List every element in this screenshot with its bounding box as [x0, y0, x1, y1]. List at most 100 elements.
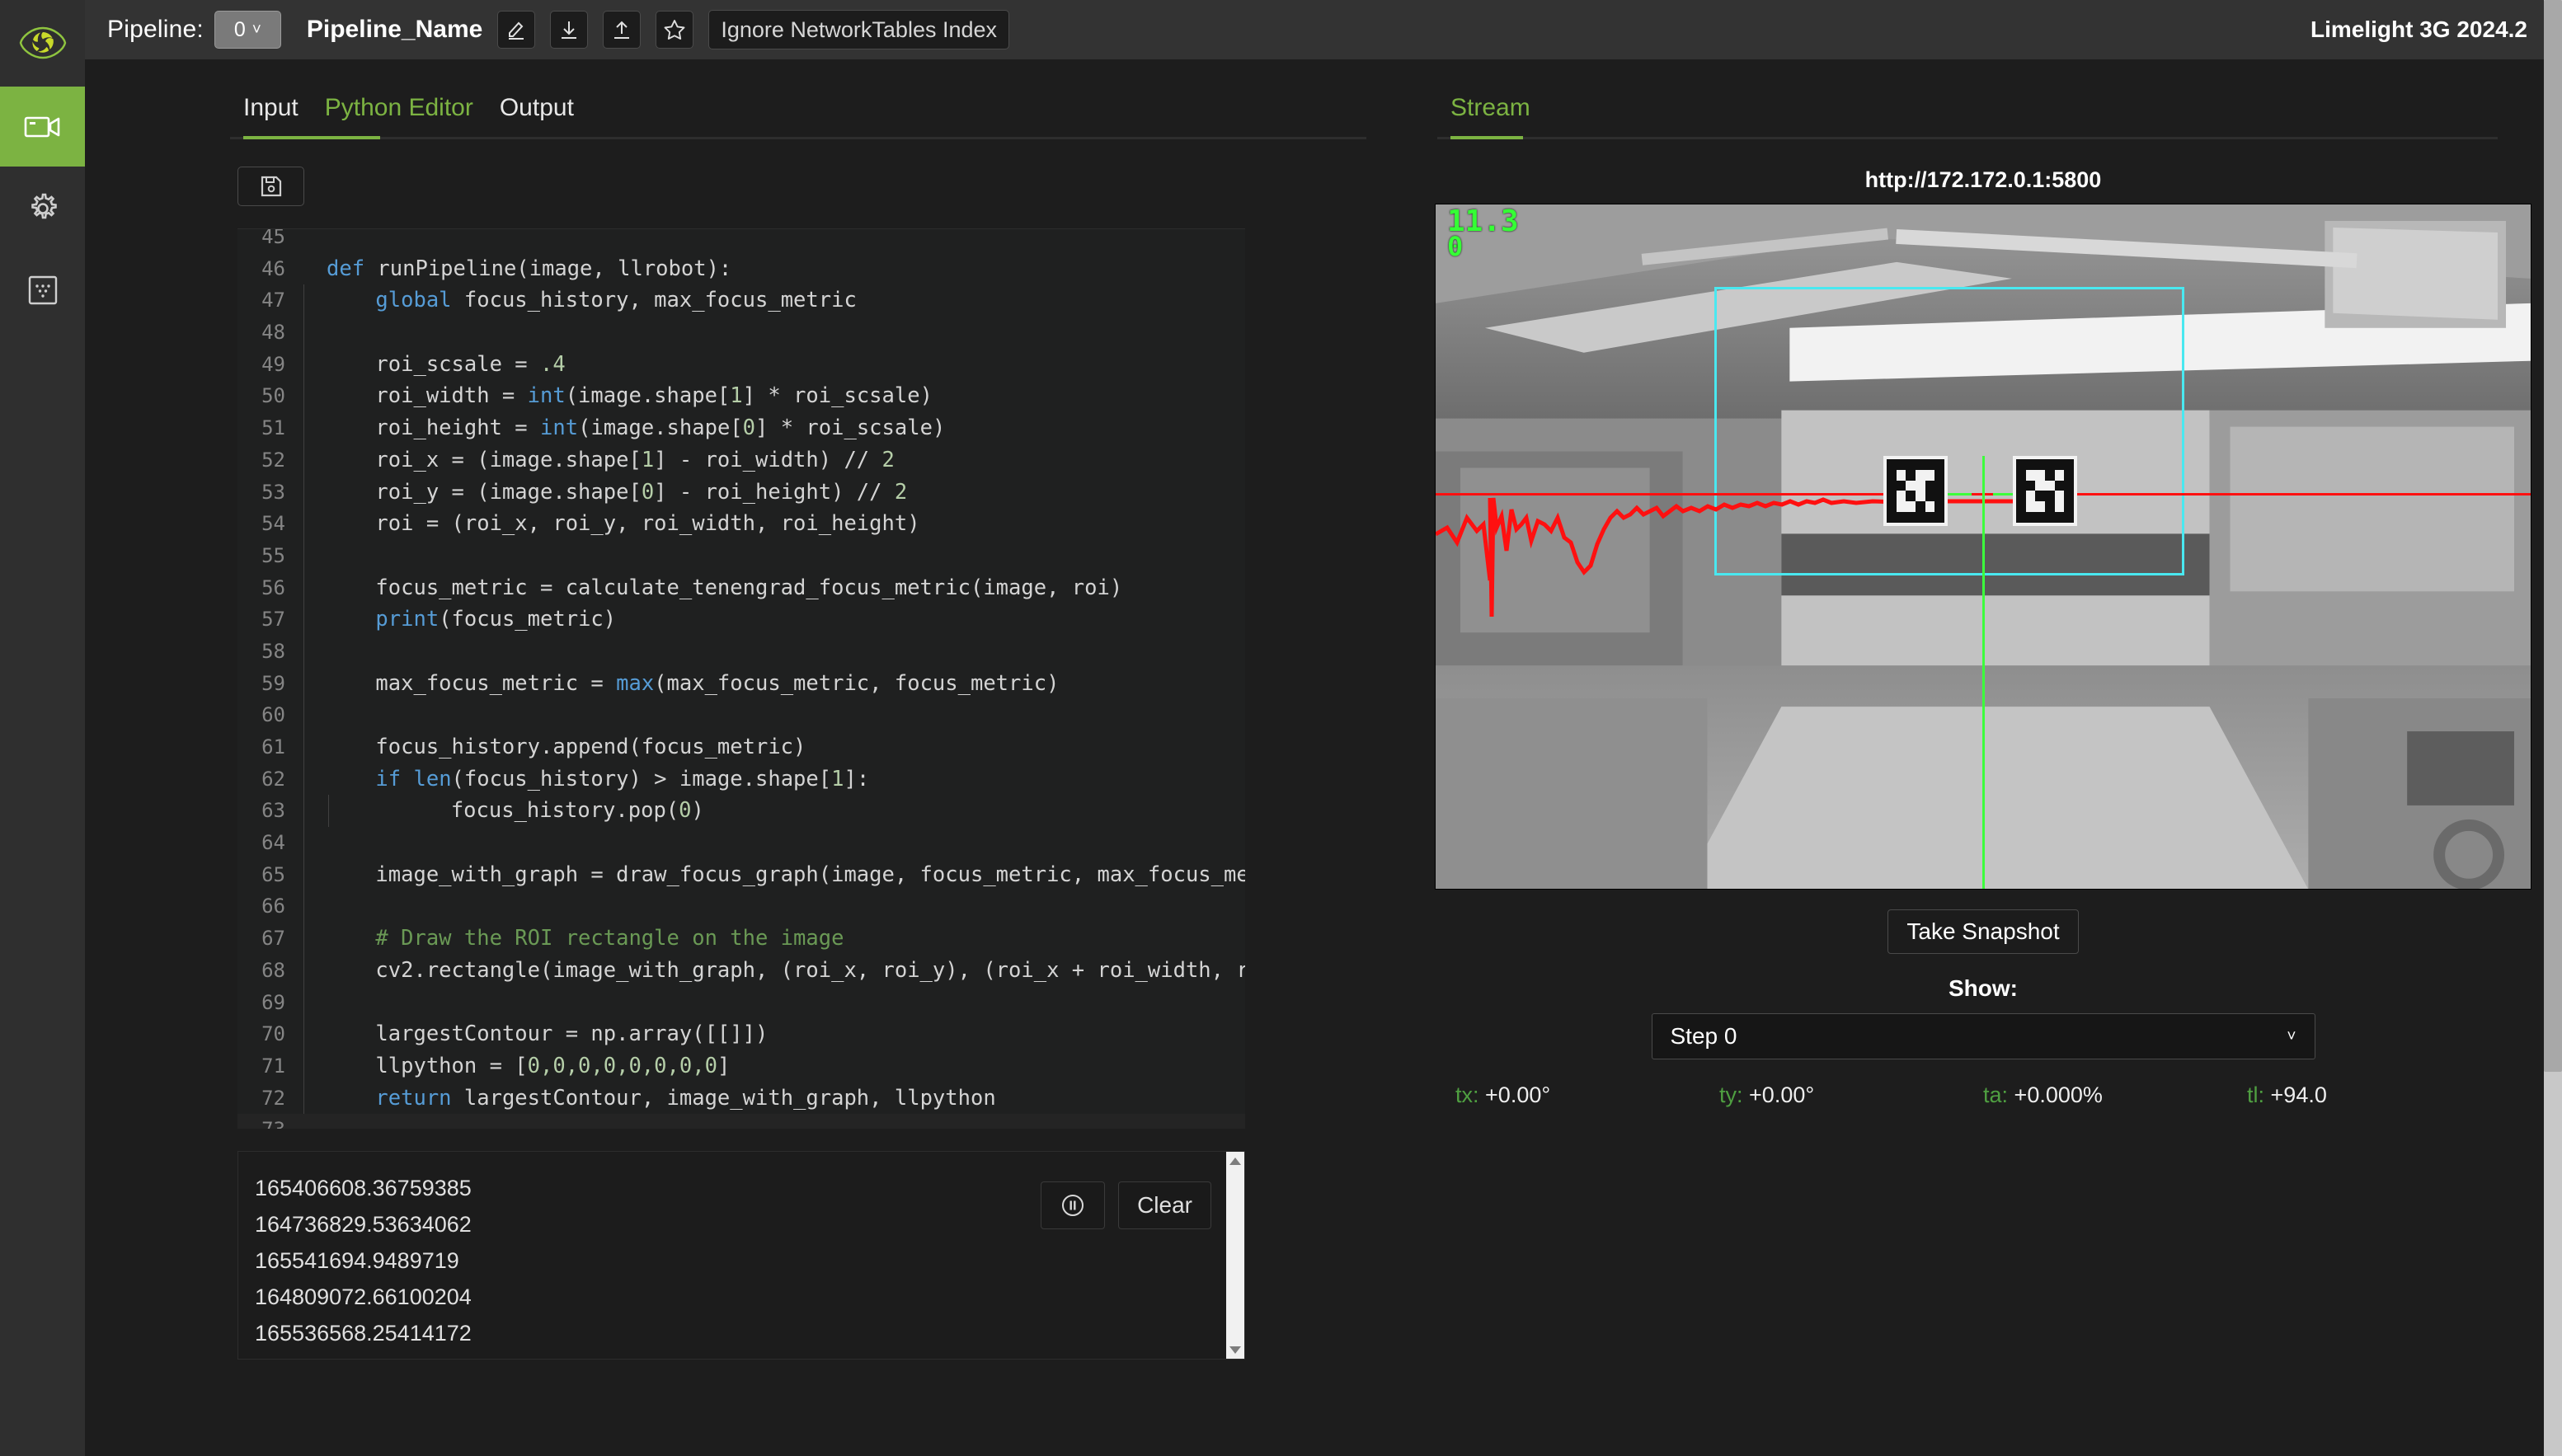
- code-line-text: [304, 827, 325, 859]
- code-line-number: 67: [261, 927, 285, 951]
- pencil-icon: [509, 21, 524, 40]
- code-line: 62 if len(focus_history) > image.shape[1…: [237, 763, 1245, 796]
- telemetry-row: tx: +0.00° ty: +0.00° ta: +0.000% tl: +9…: [1455, 1083, 2511, 1108]
- code-line: 54 roi = (roi_x, roi_y, roi_width, roi_h…: [237, 508, 1245, 540]
- console-scrollbar[interactable]: [1226, 1152, 1244, 1359]
- code-line: 73: [237, 1114, 1245, 1129]
- telemetry-ta-value: +0.000%: [2014, 1083, 2103, 1107]
- rename-pipeline-button[interactable]: [497, 11, 536, 49]
- code-line-text: roi_x = (image.shape[1] - roi_width) // …: [325, 447, 895, 472]
- code-line: 60: [237, 699, 1245, 731]
- scroll-up-arrow-icon[interactable]: [1226, 1152, 1244, 1170]
- telemetry-tx-label: tx:: [1455, 1083, 1479, 1107]
- sidebar-item-switcher[interactable]: [0, 250, 85, 330]
- top-toolbar: Pipeline: 0 ˅ Pipeline_Name Ignore Netwo…: [85, 0, 2562, 59]
- telemetry-ty: ty: +0.00°: [1719, 1083, 1983, 1108]
- tab-input[interactable]: Input: [230, 94, 312, 137]
- code-line-text: focus_metric = calculate_tenengrad_focus…: [325, 575, 1123, 600]
- telemetry-tl-label: tl:: [2247, 1083, 2265, 1107]
- code-line-number: 65: [261, 862, 285, 886]
- code-line-text: [304, 699, 325, 731]
- favorite-pipeline-button[interactable]: [656, 11, 694, 49]
- console-output-panel[interactable]: 165406608.36759385 164736829.53634062 1655…: [237, 1151, 1245, 1360]
- code-line: 64: [237, 827, 1245, 859]
- code-line-number: 51: [261, 416, 285, 440]
- code-line-number: 49: [261, 352, 285, 376]
- console-clear-button[interactable]: Clear: [1118, 1181, 1211, 1229]
- sidebar-item-settings[interactable]: [0, 168, 85, 248]
- code-line-text: roi_scsale = .4: [325, 351, 566, 377]
- code-line-text: llpython = [0,0,0,0,0,0,0,0]: [325, 1053, 731, 1078]
- upload-pipeline-button[interactable]: [603, 11, 642, 49]
- code-line-text: max_focus_metric = max(max_focus_metric,…: [325, 670, 1060, 696]
- code-line-number: 63: [261, 799, 285, 823]
- sidebar-item-camera[interactable]: [0, 87, 85, 167]
- stream-url: http://172.172.0.1:5800: [1864, 167, 2102, 192]
- code-line: 72 return largestContour, image_with_gra…: [237, 1082, 1245, 1115]
- console-pause-button[interactable]: [1041, 1181, 1106, 1229]
- focus-graph-overlay: [1436, 497, 2046, 618]
- code-line-number: 72: [261, 1086, 285, 1110]
- firmware-version: Limelight 3G 2024.2: [2311, 16, 2527, 42]
- stream-tabs-underline: [1437, 136, 2498, 139]
- ignore-networktables-index-button[interactable]: Ignore NetworkTables Index: [708, 10, 1010, 49]
- gear-icon: [31, 193, 57, 218]
- pipeline-select[interactable]: 0 ˅: [214, 11, 281, 49]
- code-line: 57 print(focus_metric): [237, 604, 1245, 636]
- page-scrollbar[interactable]: [2544, 0, 2562, 1456]
- tab-python-editor[interactable]: Python Editor: [312, 94, 487, 137]
- code-line: 59 max_focus_metric = max(max_focus_metr…: [237, 667, 1245, 700]
- code-line-text: global focus_history, max_focus_metric: [375, 288, 857, 313]
- code-line-number: 57: [261, 608, 285, 632]
- code-line: 65 image_with_graph = draw_focus_graph(i…: [237, 858, 1245, 891]
- limelight-app: Pipeline: 0 ˅ Pipeline_Name Ignore Netwo…: [0, 0, 2562, 1456]
- code-line-text: return largestContour, image_with_graph,…: [375, 1085, 996, 1111]
- code-line-number: 45: [261, 228, 285, 248]
- code-line-text: focus_history.pop(0): [350, 798, 704, 824]
- telemetry-ty-value: +0.00°: [1749, 1083, 1815, 1107]
- code-line: 47 global focus_history, max_focus_metri…: [237, 284, 1245, 317]
- code-line: 69: [237, 986, 1245, 1019]
- editor-toolbar: [85, 139, 1404, 206]
- code-line-number: 61: [261, 735, 285, 759]
- code-line-number: 53: [261, 480, 285, 504]
- pipeline-select-value: 0: [233, 17, 246, 41]
- download-pipeline-button[interactable]: [550, 11, 589, 49]
- main-area: Pipeline: 0 ˅ Pipeline_Name Ignore Netwo…: [85, 0, 2562, 1456]
- code-line-text: focus_history.append(focus_metric): [325, 735, 806, 759]
- chevron-down-icon: ˅: [2287, 1027, 2296, 1045]
- stream-overlay-text: 11.3 0: [1447, 207, 1519, 261]
- code-line: 70 largestContour = np.array([[]]): [237, 1018, 1245, 1050]
- code-line: 67 # Draw the ROI rectangle on the image: [237, 923, 1245, 955]
- code-line-text: roi_height = int(image.shape[0] * roi_sc…: [325, 416, 946, 441]
- scroll-down-arrow-icon[interactable]: [1226, 1341, 1244, 1359]
- code-line: 55: [237, 539, 1245, 572]
- tab-stream[interactable]: Stream: [1437, 94, 1544, 137]
- floppy-save-icon: [261, 176, 281, 197]
- code-line-text: [304, 987, 325, 1019]
- limelight-eye-logo-icon[interactable]: [0, 0, 85, 85]
- code-line: 68 cv2.rectangle(image_with_graph, (roi_…: [237, 954, 1245, 987]
- telemetry-tx-value: +0.00°: [1485, 1083, 1551, 1107]
- code-line-number: 66: [261, 895, 285, 918]
- page-scrollbar-thumb[interactable]: [2544, 0, 2562, 1072]
- take-snapshot-button[interactable]: Take Snapshot: [1887, 909, 2079, 954]
- code-line: 45: [237, 228, 1245, 253]
- editor-tabs-underline: [230, 136, 1366, 139]
- code-line-text: roi = (roi_x, roi_y, roi_width, roi_heig…: [325, 511, 920, 537]
- save-script-button[interactable]: [237, 167, 304, 206]
- show-select[interactable]: Step 0 ˅: [1651, 1013, 2315, 1059]
- telemetry-tx: tx: +0.00°: [1455, 1083, 1719, 1108]
- telemetry-tl: tl: +94.0: [2247, 1083, 2511, 1108]
- python-code-editor[interactable]: 45 46 def runPipeline(image, llrobot): 47 g…: [237, 228, 1245, 1129]
- console-line: 165536568.25414172: [255, 1321, 472, 1346]
- code-line-text: largestContour = np.array([[]]): [325, 1022, 769, 1047]
- crosshair-vertical-tick: [1982, 456, 1985, 489]
- code-line: 71 llpython = [0,0,0,0,0,0,0,0]: [237, 1050, 1245, 1083]
- indent-guide: [303, 795, 329, 828]
- code-line-number: 59: [261, 671, 285, 695]
- code-line-number: 50: [261, 384, 285, 408]
- camera-stream-image[interactable]: 11.3 0: [1435, 204, 2531, 890]
- tab-output[interactable]: Output: [487, 94, 587, 137]
- telemetry-ty-label: ty:: [1719, 1083, 1743, 1107]
